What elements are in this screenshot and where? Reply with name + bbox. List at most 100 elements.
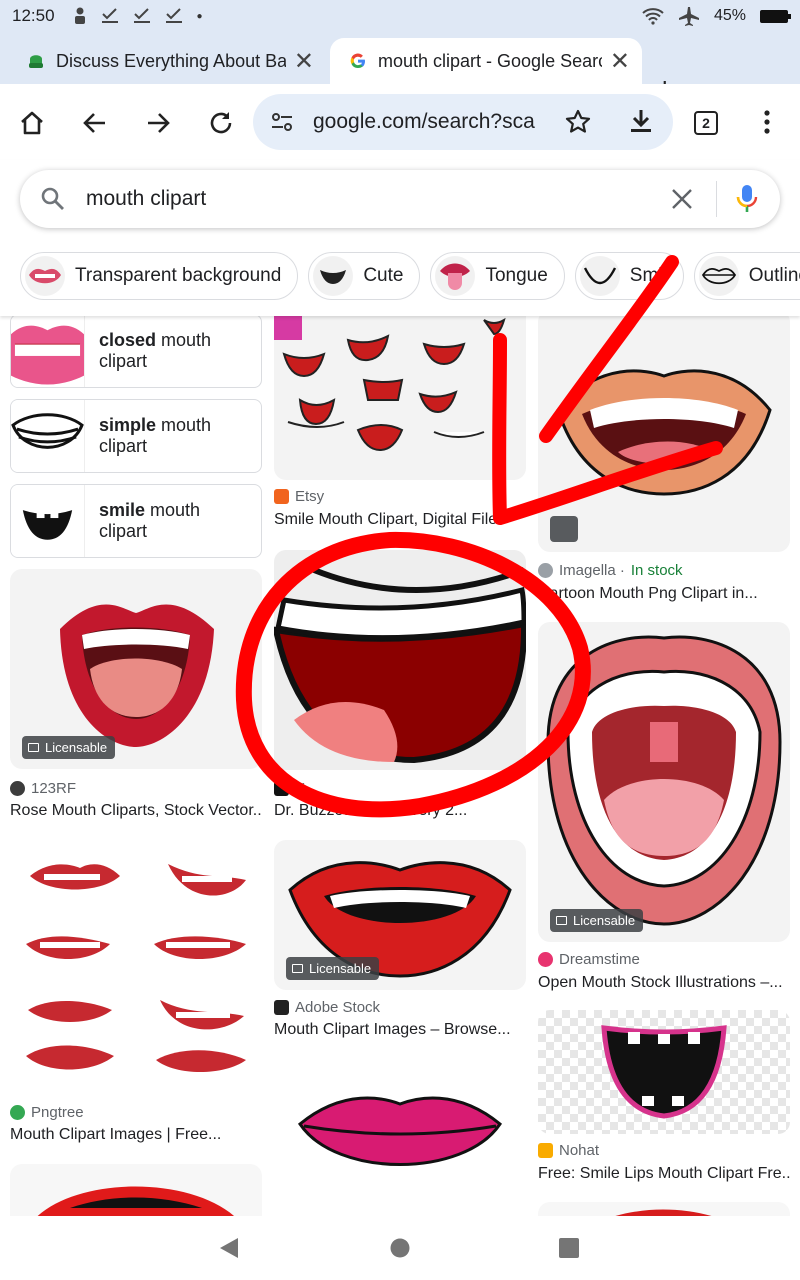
- result-source[interactable]: Dreamstime: [538, 951, 640, 968]
- download-icon[interactable]: [629, 108, 653, 134]
- smile-outline-icon: [583, 267, 616, 285]
- result-image-imagella-mouth[interactable]: [538, 316, 790, 552]
- nav-recents-icon[interactable]: [558, 1236, 580, 1260]
- airplane-icon: [678, 7, 699, 26]
- result-source[interactable]: Imagella · In stock: [538, 562, 683, 579]
- result-image-red-lips-partial[interactable]: [10, 1164, 262, 1216]
- site-settings-icon[interactable]: [271, 112, 293, 132]
- system-navigation-bar: [0, 1216, 800, 1280]
- google-favicon-icon: [350, 53, 365, 69]
- result-source[interactable]: Pngtree: [10, 1104, 84, 1121]
- nav-back-icon[interactable]: [218, 1236, 240, 1260]
- result-caption[interactable]: Cartoon Mouth Png Clipart in...: [538, 585, 790, 603]
- tab-switcher-button[interactable]: 2: [694, 111, 718, 135]
- mouth-set-image: [274, 316, 506, 452]
- chip-thumbnail: [25, 256, 65, 296]
- licensable-badge: Licensable: [22, 736, 116, 759]
- result-source[interactable]: Nohat: [538, 1142, 599, 1159]
- microphone-icon[interactable]: [736, 184, 758, 214]
- result-caption[interactable]: Rose Mouth Cliparts, Stock Vector...: [10, 802, 262, 820]
- image-icon: [28, 743, 39, 752]
- chip-label: Outline: [748, 265, 800, 286]
- result-image-pink-lips[interactable]: [274, 1058, 526, 1216]
- result-image-x-smile[interactable]: [274, 550, 526, 770]
- smile-mouth-icon: [320, 270, 347, 284]
- tab-strip: Discuss Everything About Ba ✕ mouth clip…: [0, 32, 800, 104]
- related-label: closed mouth clipart: [99, 330, 212, 371]
- refinement-chips: Transparent background Cute Tongue Smil …: [20, 252, 800, 300]
- red-lips-image: [37, 1186, 235, 1216]
- wifi-icon: [642, 8, 664, 25]
- arrow-right-icon: [148, 113, 170, 133]
- address-bar[interactable]: google.com/search?sca: [253, 94, 673, 150]
- result-image-adobe-lips[interactable]: Licensable: [274, 840, 526, 990]
- result-source[interactable]: Adobe Stock: [274, 999, 380, 1016]
- chip-transparent-background[interactable]: Transparent background: [20, 252, 299, 300]
- related-label: simple mouth clipart: [99, 415, 212, 456]
- result-caption[interactable]: Free: Smile Lips Mouth Clipart Fre...: [538, 1165, 790, 1183]
- nav-home-icon[interactable]: [389, 1236, 411, 1260]
- chip-label: Transparent background: [75, 265, 282, 286]
- result-caption[interactable]: Mouth Clipart Images – Browse...: [274, 1021, 526, 1039]
- forward-button[interactable]: [141, 106, 175, 140]
- result-source[interactable]: Etsy: [274, 488, 324, 505]
- result-image-partial[interactable]: [538, 1202, 790, 1216]
- home-button[interactable]: [15, 106, 49, 140]
- search-box[interactable]: mouth clipart: [20, 170, 780, 228]
- pink-lips-image: [297, 1096, 503, 1166]
- result-image-rose-mouth[interactable]: Licensable: [10, 569, 262, 769]
- related-search-simple[interactable]: simple mouth clipart: [10, 399, 262, 473]
- result-image-etsy-mouths[interactable]: [274, 316, 526, 480]
- chip-tongue[interactable]: Tongue: [430, 252, 565, 300]
- result-source[interactable]: X: [274, 780, 305, 797]
- more-vert-icon: [764, 110, 770, 134]
- search-query[interactable]: mouth clipart: [86, 187, 206, 211]
- overflow-menu-button[interactable]: [760, 108, 774, 141]
- bookmark-star-icon[interactable]: [565, 109, 591, 135]
- lips-icon: [29, 268, 61, 284]
- result-caption[interactable]: Dr. Buzzet on X: "Every 2...: [274, 802, 526, 820]
- close-tab-icon[interactable]: ✕: [610, 47, 630, 76]
- check-icon: [165, 8, 182, 23]
- dot-icon: ●: [196, 10, 203, 22]
- tab-discuss[interactable]: Discuss Everything About Ba ✕: [26, 38, 326, 84]
- result-caption[interactable]: Open Mouth Stock Illustrations –...: [538, 974, 790, 992]
- chip-thumbnail: [698, 256, 739, 296]
- tag-icon: [550, 516, 578, 542]
- reload-button[interactable]: [204, 106, 238, 140]
- back-button[interactable]: [78, 106, 112, 140]
- result-caption[interactable]: Smile Mouth Clipart, Digital File: [274, 511, 526, 529]
- related-thumbnail: [11, 400, 85, 472]
- image-icon: [292, 964, 303, 973]
- licensable-badge: Licensable: [550, 909, 644, 932]
- simple-mouth-image: [11, 413, 84, 449]
- chip-cute[interactable]: Cute: [308, 252, 421, 300]
- status-time: 12:50: [12, 6, 55, 25]
- smile-lips-image: [601, 1025, 727, 1119]
- image-icon: [556, 916, 567, 925]
- cartoon-smile-image: [274, 567, 526, 764]
- chip-label: Cute: [363, 265, 404, 286]
- tab-title: Discuss Everything About Ba: [56, 50, 286, 71]
- related-label: smile mouth clipart: [99, 500, 201, 541]
- result-caption[interactable]: Mouth Clipart Images | Free...: [10, 1126, 262, 1144]
- reload-icon: [210, 112, 232, 134]
- chip-smile[interactable]: Smil: [574, 252, 684, 300]
- chip-outline[interactable]: Outline: [693, 252, 800, 300]
- related-search-smile[interactable]: smile mouth clipart: [10, 484, 262, 558]
- chip-thumbnail: [435, 256, 476, 296]
- related-search-closed[interactable]: closed mouth clipart: [10, 316, 262, 388]
- related-thumbnail: [11, 485, 85, 557]
- result-image-nohat-smile[interactable]: [538, 1010, 790, 1134]
- check-icon: [133, 8, 150, 23]
- url-text[interactable]: google.com/search?sca: [313, 110, 535, 134]
- related-thumbnail: [11, 316, 85, 387]
- close-tab-icon[interactable]: ✕: [294, 47, 314, 76]
- clear-search-icon[interactable]: [670, 187, 694, 211]
- result-image-pngtree-lips[interactable]: [10, 840, 262, 1094]
- tab-google-search[interactable]: mouth clipart - Google Searc ✕: [330, 38, 642, 84]
- result-image-dreamstime-mouth[interactable]: Licensable: [538, 622, 790, 942]
- battery-icon: [760, 9, 791, 23]
- result-source[interactable]: 123RF: [10, 780, 76, 797]
- nohat-favicon-icon: [538, 1143, 553, 1158]
